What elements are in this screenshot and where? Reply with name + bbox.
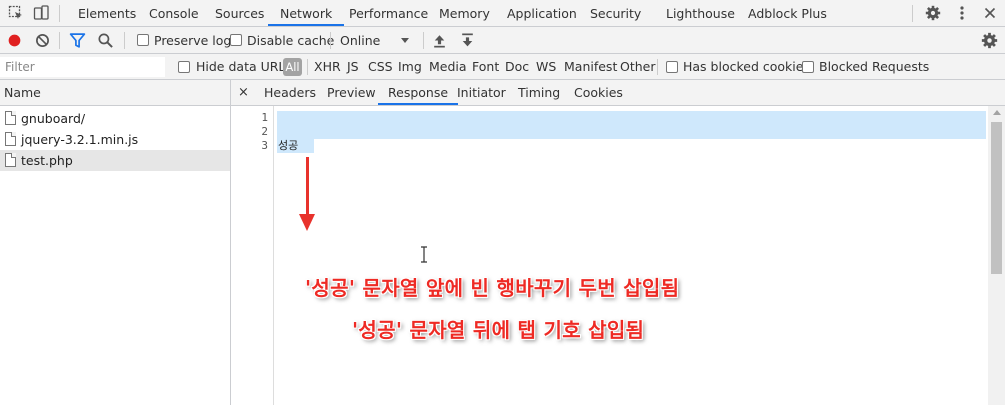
tab-adblock-plus[interactable]: Adblock Plus: [748, 0, 827, 26]
tab-cookies[interactable]: Cookies: [574, 80, 623, 105]
kebab-menu-icon[interactable]: [954, 5, 970, 21]
network-settings-icon[interactable]: [981, 32, 998, 49]
toolbar-separator: [124, 32, 125, 49]
type-filter-media[interactable]: Media: [429, 54, 467, 80]
tab-lighthouse[interactable]: Lighthouse: [666, 0, 735, 26]
type-filter-css[interactable]: CSS: [368, 54, 393, 80]
scrollbar-thumb[interactable]: [991, 122, 1002, 274]
inspect-element-icon[interactable]: [8, 5, 24, 21]
blocked-requests-checkbox[interactable]: [802, 61, 814, 73]
type-filter-xhr[interactable]: XHR: [314, 54, 341, 80]
filter-input[interactable]: [0, 57, 165, 77]
selection-highlight: [277, 111, 986, 125]
tab-memory[interactable]: Memory: [439, 0, 490, 26]
type-filter-font[interactable]: Font: [472, 54, 499, 80]
selection-highlight: [277, 125, 986, 139]
request-name: jquery-3.2.1.min.js: [21, 132, 139, 147]
tab-initiator[interactable]: Initiator: [457, 80, 506, 105]
code-line: 성공: [278, 139, 299, 152]
filter-separator: [657, 59, 658, 75]
type-filter-other[interactable]: Other: [620, 54, 656, 80]
request-detail-panel: × Headers Preview Response Initiator Tim…: [231, 80, 1005, 405]
disable-cache-checkbox[interactable]: [230, 34, 242, 46]
annotation-line-2: '성공' 문자열 뒤에 탭 기호 삽입됨: [352, 318, 645, 342]
tab-response[interactable]: Response: [378, 80, 459, 105]
type-filter-doc[interactable]: Doc: [505, 54, 529, 80]
file-icon: [5, 111, 16, 125]
tab-timing[interactable]: Timing: [518, 80, 560, 105]
vertical-scrollbar[interactable]: [988, 106, 1005, 405]
request-name: test.php: [21, 153, 73, 168]
tab-bar-separator: [912, 5, 913, 22]
tab-application[interactable]: Application: [507, 0, 577, 26]
tab-elements[interactable]: Elements: [78, 0, 136, 26]
line-number: 1: [261, 111, 268, 124]
preserve-log-label: Preserve log: [154, 33, 232, 48]
request-list: Name gnuboard/ jquery-3.2.1.min.js test.…: [0, 80, 231, 405]
hide-data-urls-label: Hide data URLs: [196, 59, 292, 74]
tab-sources[interactable]: Sources: [215, 0, 264, 26]
network-toolbar: Preserve log Disable cache Online: [0, 27, 1005, 54]
line-number: 2: [261, 125, 268, 138]
tab-console[interactable]: Console: [149, 0, 199, 26]
tab-security[interactable]: Security: [590, 0, 641, 26]
name-column-header[interactable]: Name: [0, 80, 230, 106]
tab-headers[interactable]: Headers: [264, 80, 316, 105]
red-arrow-down-icon: [299, 214, 315, 231]
detail-tab-bar: × Headers Preview Response Initiator Tim…: [231, 80, 1005, 106]
tab-performance[interactable]: Performance: [349, 0, 428, 26]
filter-bar: Hide data URLs All XHR JS CSS Img Media …: [0, 54, 1005, 80]
type-filter-js[interactable]: JS: [347, 54, 359, 80]
disable-cache-label: Disable cache: [247, 33, 335, 48]
type-filter-all[interactable]: All: [283, 58, 302, 76]
search-icon[interactable]: [97, 32, 114, 49]
toolbar-separator: [330, 32, 331, 49]
text-cursor-icon: [421, 246, 427, 263]
filter-separator: [307, 59, 308, 75]
chevron-down-icon: [401, 38, 409, 43]
tab-preview[interactable]: Preview: [327, 80, 376, 105]
throttling-select[interactable]: Online: [340, 27, 380, 54]
request-row[interactable]: jquery-3.2.1.min.js: [0, 129, 230, 150]
annotation-line-1: '성공' 문자열 앞에 빈 행바꾸기 두번 삽입됨: [305, 276, 680, 300]
type-filter-manifest[interactable]: Manifest: [564, 54, 617, 80]
request-name: gnuboard/: [21, 111, 86, 126]
export-har-icon[interactable]: [459, 32, 476, 49]
record-icon[interactable]: [6, 32, 23, 49]
request-row-selected[interactable]: test.php: [0, 150, 230, 171]
hide-data-urls-checkbox[interactable]: [178, 61, 190, 73]
toolbar-separator: [59, 32, 60, 49]
red-arrow-shaft: [306, 157, 309, 217]
close-detail-icon[interactable]: ×: [238, 80, 249, 106]
devtools-tab-bar: Elements Console Sources Network Perform…: [0, 0, 1005, 27]
toolbar-separator: [423, 32, 424, 49]
settings-gear-icon[interactable]: [925, 5, 941, 21]
response-editor[interactable]: 1 2 3 성공: [231, 106, 1005, 405]
type-filter-ws[interactable]: WS: [536, 54, 556, 80]
tab-bar-separator: [59, 5, 60, 22]
filter-icon[interactable]: [69, 32, 86, 49]
type-filter-img[interactable]: Img: [398, 54, 422, 80]
has-blocked-cookies-checkbox[interactable]: [666, 61, 678, 73]
clear-icon[interactable]: [34, 32, 51, 49]
tab-network[interactable]: Network: [268, 0, 345, 26]
file-icon: [5, 153, 16, 167]
blocked-requests-label: Blocked Requests: [819, 59, 930, 74]
device-toggle-icon[interactable]: [33, 5, 49, 21]
scroll-up-arrow-icon[interactable]: [993, 110, 1001, 115]
has-blocked-cookies-label: Has blocked cookies: [683, 59, 810, 74]
request-row[interactable]: gnuboard/: [0, 108, 230, 129]
close-icon[interactable]: [982, 5, 998, 21]
import-har-icon[interactable]: [431, 32, 448, 49]
line-number: 3: [261, 139, 268, 152]
file-icon: [5, 132, 16, 146]
preserve-log-checkbox[interactable]: [137, 34, 149, 46]
line-number-gutter: 1 2 3: [231, 106, 274, 405]
